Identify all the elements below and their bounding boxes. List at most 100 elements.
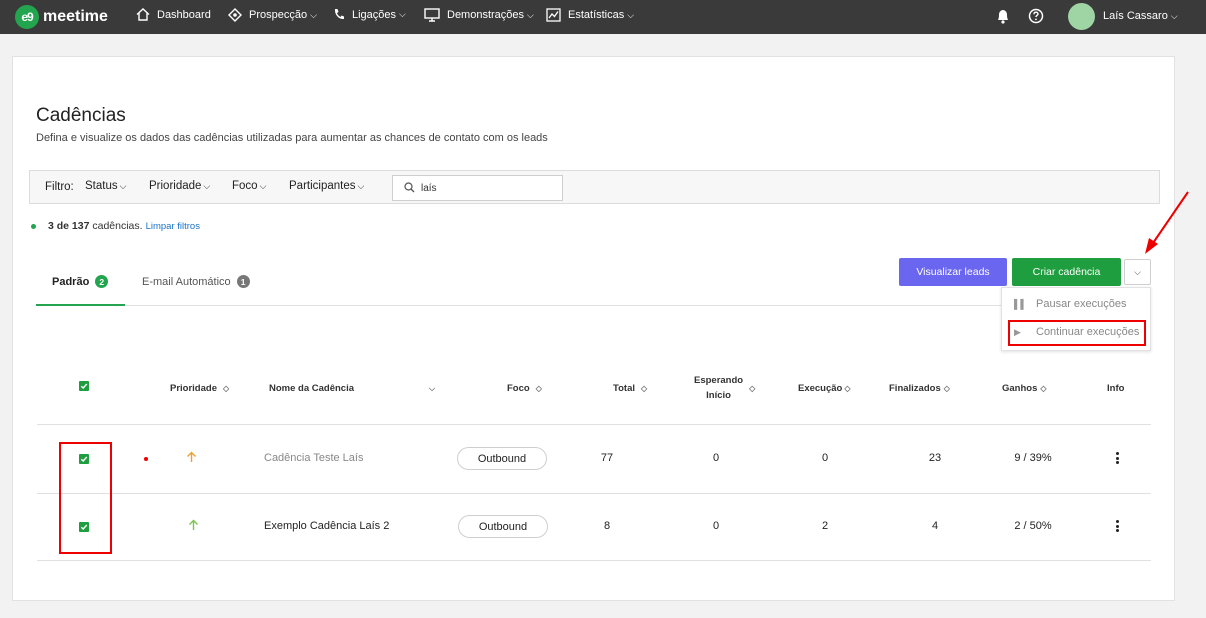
- alert-dot: [144, 457, 148, 461]
- chevron-down-icon: ⌵: [310, 9, 317, 20]
- column-name[interactable]: Nome da Cadência: [269, 381, 354, 396]
- column-focus[interactable]: Foco ◇: [507, 381, 542, 396]
- priority-up-icon: [189, 519, 198, 530]
- menu-item-label: Pausar execuções: [1036, 298, 1127, 310]
- column-label: Finalizados: [889, 383, 941, 395]
- row-menu-icon[interactable]: [1115, 520, 1119, 532]
- filter-participantes[interactable]: Participantes ⌵: [289, 180, 364, 192]
- nav-estatisticas[interactable]: Estatísticas ⌵: [546, 8, 634, 22]
- top-navbar: e9 meetime Dashboard Prospecção ⌵ Ligaçõe…: [0, 0, 1206, 34]
- gains-value: 2 / 50%: [1014, 520, 1052, 532]
- select-all-checkbox[interactable]: [79, 381, 89, 391]
- tab-email-automatico[interactable]: E-mail Automático 1: [142, 275, 250, 288]
- chevron-down-icon: ⌵: [119, 181, 127, 191]
- column-waiting[interactable]: Esperando Início ◇: [694, 373, 755, 403]
- priority-up-icon: [187, 451, 196, 462]
- user-menu[interactable]: Laís Cassaro ⌵: [1103, 10, 1178, 22]
- count-text: cadências.: [89, 220, 143, 232]
- filter-foco[interactable]: Foco ⌵: [232, 180, 266, 192]
- page-title: Cadências: [36, 105, 126, 126]
- chevron-down-icon: ⌵: [1134, 266, 1141, 277]
- bell-icon[interactable]: [994, 7, 1012, 25]
- column-name-sort[interactable]: ⌵: [423, 381, 435, 396]
- nav-label: Estatísticas: [568, 9, 625, 21]
- filter-participantes-label: Participantes: [289, 180, 356, 192]
- more-actions-button[interactable]: ⌵: [1124, 259, 1151, 285]
- nav-label: Prospecção: [249, 9, 308, 21]
- column-label: Esperando: [694, 375, 744, 386]
- row-divider: [37, 493, 1151, 494]
- chevron-down-icon: ⌵: [429, 384, 436, 393]
- compass-icon: [228, 8, 242, 22]
- sort-icon: ◇: [641, 384, 648, 393]
- filter-bar: Filtro: Status ⌵ Prioridade ⌵ Foco ⌵ Partic…: [29, 170, 1160, 204]
- nav-dashboard[interactable]: Dashboard: [136, 8, 211, 21]
- user-name: Laís Cassaro: [1103, 10, 1168, 22]
- row-menu-icon[interactable]: [1115, 452, 1119, 464]
- column-label: Ganhos: [1002, 383, 1038, 395]
- actions-dropdown: ▌▌ Pausar execuções ▶ Continuar execuçõe…: [1001, 287, 1151, 351]
- nav-ligacoes[interactable]: Ligações ⌵: [333, 8, 406, 21]
- filter-status[interactable]: Status ⌵: [85, 180, 126, 192]
- monitor-icon: [424, 8, 440, 22]
- nav-prospeccao[interactable]: Prospecção ⌵: [228, 8, 317, 22]
- avatar[interactable]: [1068, 3, 1095, 30]
- execution-value: 2: [821, 520, 829, 532]
- filter-prioridade[interactable]: Prioridade ⌵: [149, 180, 210, 192]
- home-icon: [136, 8, 150, 21]
- row-divider: [37, 424, 1151, 425]
- count-bold: 3 de 137: [48, 220, 90, 232]
- brand-logo[interactable]: e9 meetime: [15, 5, 108, 29]
- execution-value: 0: [821, 452, 829, 464]
- pause-icon: ▌▌: [1014, 299, 1027, 309]
- sort-icon: ◇: [223, 384, 230, 393]
- column-execution[interactable]: Execução ◇: [798, 381, 851, 396]
- tab-badge: 1: [236, 275, 250, 288]
- column-label: Total: [613, 383, 635, 395]
- tab-active-indicator: [36, 304, 125, 306]
- view-leads-button[interactable]: Visualizar leads: [899, 258, 1007, 286]
- chevron-down-icon: ⌵: [357, 181, 365, 191]
- column-label: Info: [1107, 383, 1125, 394]
- nav-demonstracoes[interactable]: Demonstrações ⌵: [424, 8, 534, 22]
- tabs-divider: [36, 305, 1151, 306]
- cadence-name[interactable]: Cadência Teste Laís: [264, 452, 363, 464]
- column-priority[interactable]: Prioridade ◇: [170, 381, 229, 396]
- tab-label: Padrão: [52, 275, 90, 288]
- brand-name: meetime: [43, 8, 108, 25]
- column-finished[interactable]: Finalizados ◇: [889, 381, 950, 396]
- tab-padrao[interactable]: Padrão 2: [52, 275, 109, 288]
- chevron-down-icon: ⌵: [527, 9, 534, 20]
- chevron-down-icon: ⌵: [627, 9, 635, 20]
- chevron-down-icon: ⌵: [399, 9, 406, 19]
- help-icon[interactable]: [1027, 7, 1045, 25]
- tab-label: E-mail Automático: [142, 275, 231, 288]
- tab-badge: 2: [95, 275, 109, 288]
- status-dot: [31, 223, 36, 229]
- sort-icon: ◇: [749, 383, 756, 393]
- sort-icon: ◇: [535, 384, 542, 393]
- filter-prioridade-label: Prioridade: [149, 180, 202, 192]
- nav-label: Dashboard: [157, 8, 211, 21]
- search-box[interactable]: [392, 175, 563, 201]
- column-total[interactable]: Total ◇: [613, 381, 647, 396]
- column-label: Início: [706, 390, 731, 401]
- search-input[interactable]: [421, 180, 556, 197]
- column-label: Execução: [798, 383, 843, 395]
- filter-foco-label: Foco: [232, 180, 258, 192]
- clear-filters-link[interactable]: Limpar filtros: [146, 221, 200, 232]
- results-count: 3 de 137 cadências. Limpar filtros: [31, 220, 200, 232]
- chart-icon: [546, 8, 561, 22]
- focus-pill: Outbound: [457, 447, 547, 470]
- highlight-box: [1008, 320, 1146, 346]
- pause-executions-item[interactable]: ▌▌ Pausar execuções: [1014, 298, 1127, 310]
- highlight-box: [59, 442, 112, 554]
- total-value: 77: [600, 452, 614, 464]
- waiting-value: 0: [712, 452, 720, 464]
- column-gains[interactable]: Ganhos ◇: [1002, 381, 1047, 396]
- chevron-down-icon: ⌵: [259, 181, 267, 191]
- filter-status-label: Status: [85, 180, 118, 192]
- cadence-name[interactable]: Exemplo Cadência Laís 2: [264, 520, 389, 532]
- chevron-down-icon: ⌵: [1170, 11, 1178, 21]
- create-cadence-button[interactable]: Criar cadência: [1012, 258, 1121, 286]
